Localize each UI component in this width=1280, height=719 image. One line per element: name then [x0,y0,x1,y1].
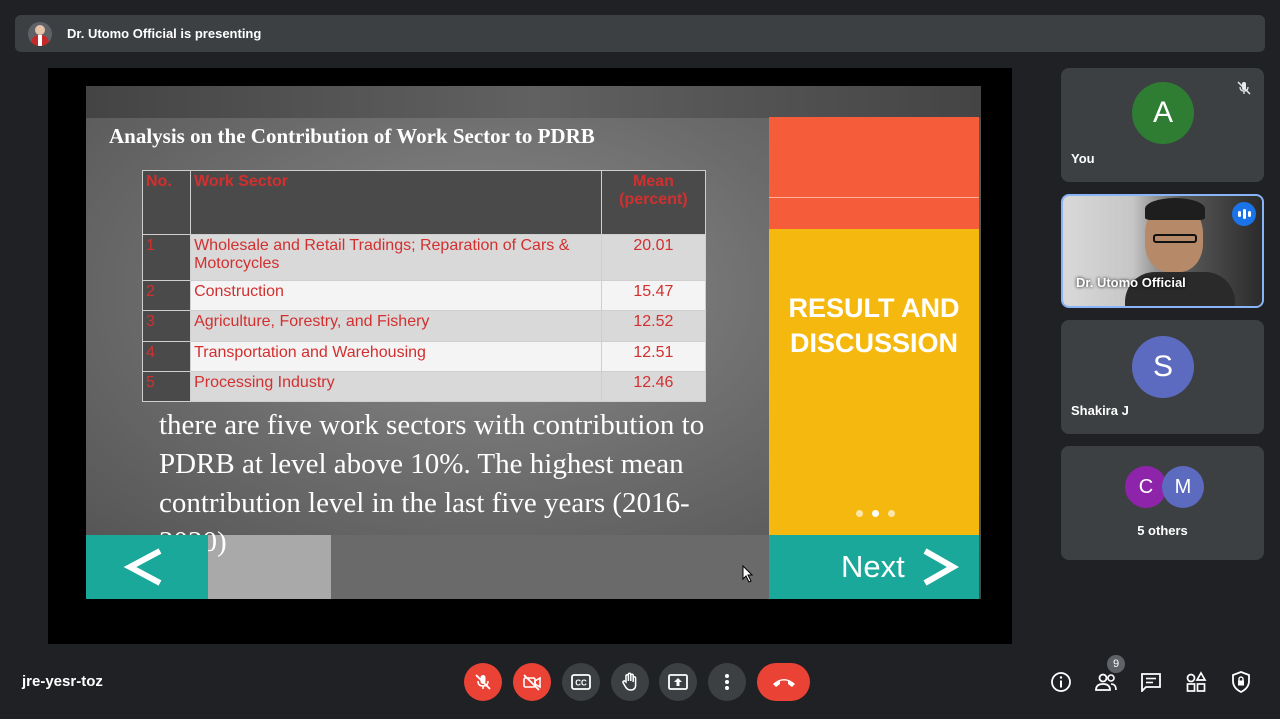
header-mean: Mean (percent) [600,170,707,235]
slide-dots [856,510,895,517]
table-row: 4 Transportation and Warehousing 12.51 [141,340,707,372]
camera-off-icon [523,674,541,691]
presenter-avatar [28,21,52,46]
meeting-code: jre-yesr-toz [22,673,103,690]
row-no: 1 [141,234,192,281]
participant-name: Shakira J [1071,403,1129,418]
header-sector: Work Sector [190,170,602,235]
presentation-slide: Analysis on the Contribution of Work Sec… [86,86,981,599]
info-icon [1051,672,1071,692]
people-icon [1095,673,1117,691]
chat-icon [1141,673,1161,692]
table-header-row: No. Work Sector Mean (percent) [141,170,707,235]
chat-button[interactable] [1139,670,1163,694]
raise-hand-icon [622,672,637,691]
captions-icon: CC [571,674,591,690]
svg-text:CC: CC [575,679,587,688]
row-mean: 12.52 [600,310,707,342]
header-no: No. [141,170,192,235]
mic-off-icon [475,674,491,690]
slide-accent-red [769,117,979,229]
mic-toggle-button[interactable] [464,663,502,701]
table-row: 5 Processing Industry 12.46 [141,370,707,403]
avatar: S [1132,336,1194,398]
more-options-icon [725,674,729,690]
speaking-indicator-icon [1232,202,1256,226]
row-no: 2 [141,279,192,312]
row-mean: 12.51 [600,340,707,372]
host-controls-icon [1232,671,1250,693]
next-slide-button[interactable]: Next [769,535,979,599]
activities-icon [1186,671,1207,692]
presentation-banner: Dr. Utomo Official is presenting [15,15,1265,52]
others-count-label: 5 others [1137,523,1188,538]
slide-top-stripe [86,86,981,118]
chevron-right-icon [923,548,959,586]
section-label: RESULT AND DISCUSSION [788,293,960,358]
row-mean: 12.46 [600,370,707,403]
participant-name: You [1071,151,1095,166]
dot-indicator [872,510,879,517]
dot-indicator [856,510,863,517]
chevron-left-icon [123,548,162,586]
next-label: Next [841,549,905,584]
people-button[interactable] [1094,670,1118,694]
present-button[interactable] [659,663,697,701]
presenting-label: Dr. Utomo Official is presenting [67,26,262,41]
end-call-icon [772,679,795,687]
table-row: 1 Wholesale and Retail Tradings; Reparat… [141,234,707,281]
participant-name: Dr. Utomo Official [1076,275,1186,290]
meeting-details-button[interactable] [1049,670,1073,694]
mouse-cursor-icon [742,565,754,583]
slide-accent-yellow [769,229,979,535]
participant-tile-shakira[interactable]: S Shakira J [1061,320,1264,434]
contribution-table: No. Work Sector Mean (percent) 1 Wholesa… [141,170,707,403]
participant-tile-others[interactable]: C M 5 others [1061,446,1264,560]
row-no: 5 [141,370,192,403]
avatar: M [1162,466,1204,508]
slide-accent-divider [769,197,979,198]
row-mean: 20.01 [600,234,707,281]
participant-count-badge: 9 [1107,655,1125,673]
row-sector: Construction [190,279,602,312]
activities-button[interactable] [1184,670,1208,694]
row-no: 4 [141,340,192,372]
shared-screen: Analysis on the Contribution of Work Sec… [48,68,1012,644]
row-sector: Processing Industry [190,370,602,403]
presenter-figure-glasses [1153,234,1197,243]
row-mean: 15.47 [600,279,707,312]
row-sector: Agriculture, Forestry, and Fishery [190,310,602,342]
row-sector: Wholesale and Retail Tradings; Reparatio… [190,234,602,281]
table-row: 2 Construction 15.47 [141,279,707,312]
dot-indicator [888,510,895,517]
prev-slide-button[interactable] [86,535,208,599]
avatar: A [1132,82,1194,144]
row-no: 3 [141,310,192,342]
more-options-button[interactable] [708,663,746,701]
avatar: C [1125,466,1167,508]
camera-toggle-button[interactable] [513,663,551,701]
presenter-figure-hair [1145,198,1205,220]
present-icon [668,674,688,690]
mic-off-icon [1232,76,1256,100]
raise-hand-button[interactable] [611,663,649,701]
host-controls-button[interactable] [1229,670,1253,694]
participant-tile-you[interactable]: A You [1061,68,1264,182]
participant-tile-presenter[interactable]: Dr. Utomo Official [1061,194,1264,308]
leave-call-button[interactable] [757,663,810,701]
captions-button[interactable]: CC [562,663,600,701]
row-sector: Transportation and Warehousing [190,340,602,372]
table-row: 3 Agriculture, Forestry, and Fishery 12.… [141,310,707,342]
slide-title: Analysis on the Contribution of Work Sec… [109,124,595,148]
slide-body-text: there are five work sectors with contrib… [159,409,705,558]
